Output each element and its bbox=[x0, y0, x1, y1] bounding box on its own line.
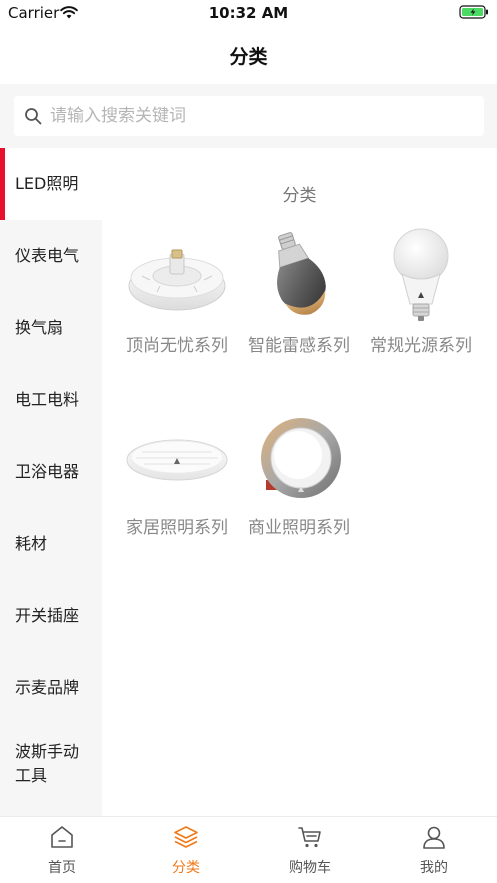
tab-label: 首页 bbox=[48, 860, 76, 876]
tab-label: 购物车 bbox=[289, 860, 331, 876]
led-bulb-image bbox=[393, 228, 449, 321]
sidebar-item-led-lighting[interactable]: LED照明 bbox=[0, 148, 102, 220]
search-input[interactable] bbox=[50, 96, 470, 136]
product-name: 智能雷感系列 bbox=[248, 336, 350, 356]
cart-icon bbox=[298, 827, 321, 848]
tab-label: 我的 bbox=[420, 860, 448, 876]
search-bar bbox=[0, 84, 497, 148]
tab-home[interactable]: 首页 bbox=[0, 817, 124, 883]
page-title: 分类 bbox=[229, 46, 268, 68]
home-icon bbox=[51, 826, 73, 848]
product-card[interactable]: 顶尚无忧系列 bbox=[116, 228, 238, 358]
ceiling-led-lamp-image bbox=[128, 249, 226, 311]
category-sidebar: LED照明 仪表电气 换气扇 电工电料 卫浴电器 耗材 开关插座 示麦品牌 波斯… bbox=[0, 148, 102, 816]
sidebar-item-electrical-materials[interactable]: 电工电料 bbox=[0, 364, 102, 436]
tab-cart[interactable]: 购物车 bbox=[248, 817, 372, 883]
battery-icon bbox=[459, 5, 488, 19]
product-name: 家居照明系列 bbox=[126, 518, 228, 538]
sidebar-item-label: 换气扇 bbox=[15, 318, 64, 337]
product-name: 常规光源系列 bbox=[370, 336, 472, 356]
status-time: 10:32 AM bbox=[208, 4, 289, 22]
product-card[interactable]: 智能雷感系列 bbox=[238, 228, 360, 358]
product-card[interactable]: 家居照明系列 bbox=[116, 410, 238, 540]
user-icon bbox=[423, 826, 445, 849]
smart-led-bulb-image bbox=[277, 232, 326, 315]
sidebar-item-label: 仪表电气 bbox=[15, 246, 80, 265]
sidebar-item-ventilation-fan[interactable]: 换气扇 bbox=[0, 292, 102, 364]
status-bar: Carrier 10:32 AM bbox=[0, 0, 497, 26]
product-card[interactable]: 商业照明系列 bbox=[238, 410, 360, 540]
sidebar-item-label: 电工电料 bbox=[15, 390, 80, 409]
tab-label: 分类 bbox=[172, 860, 200, 876]
tab-bar: 首页 分类 购物车 我的 bbox=[0, 816, 497, 883]
sidebar-item-label: 耗材 bbox=[15, 534, 48, 553]
screen: Carrier 10:32 AM 分类 LED照明 bbox=[0, 0, 497, 883]
sidebar-item-consumables[interactable]: 耗材 bbox=[0, 508, 102, 580]
sidebar-item-label: 示麦品牌 bbox=[15, 678, 80, 697]
category-content: 分类 顶尚无忧系列 智能雷感系列 常规光源系列 家居照明系列 商业照明系列 bbox=[102, 148, 497, 816]
sidebar-item-switches-sockets[interactable]: 开关插座 bbox=[0, 580, 102, 652]
sidebar-item-label: 卫浴电器 bbox=[15, 462, 80, 481]
tab-category[interactable]: 分类 bbox=[124, 817, 248, 883]
sidebar-item-brand[interactable]: 示麦品牌 bbox=[0, 652, 102, 724]
downlight-image bbox=[261, 418, 341, 498]
product-name: 商业照明系列 bbox=[248, 518, 350, 538]
search-box[interactable] bbox=[14, 96, 484, 136]
product-card[interactable]: 常规光源系列 bbox=[360, 228, 482, 358]
sidebar-item-hand-tools[interactable]: 波斯手动工具 bbox=[0, 724, 102, 804]
tab-profile[interactable]: 我的 bbox=[372, 817, 496, 883]
sidebar-item-label: 开关插座 bbox=[15, 606, 80, 625]
search-icon bbox=[25, 108, 42, 125]
sidebar-item-label: LED照明 bbox=[15, 174, 79, 193]
product-name: 顶尚无忧系列 bbox=[126, 336, 228, 356]
section-title: 分类 bbox=[282, 186, 317, 206]
sidebar-item-bathroom-appliances[interactable]: 卫浴电器 bbox=[0, 436, 102, 508]
sidebar-item-label: 波斯手动工具 bbox=[15, 742, 80, 785]
layers-icon bbox=[174, 826, 198, 848]
round-ceiling-lamp-image bbox=[126, 439, 228, 481]
sidebar-item-instruments-electrical[interactable]: 仪表电气 bbox=[0, 220, 102, 292]
